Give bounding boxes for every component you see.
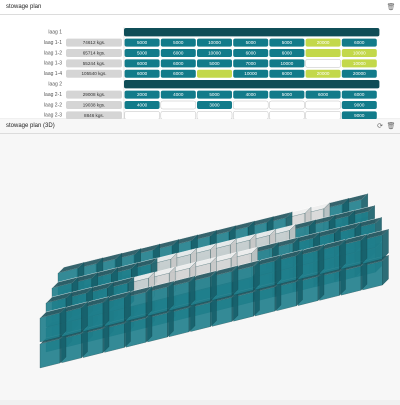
stowage-cell[interactable]: [160, 111, 197, 120]
row-weight: 29008 kgs.: [83, 92, 105, 97]
panel-header-3d: stowage plan (3D) ⟳ 🗑: [0, 119, 400, 134]
cell-value: 5000: [173, 40, 184, 45]
cell-value: 9000: [354, 113, 365, 118]
cell-value: 6000: [282, 50, 293, 55]
cell-value: 10000: [208, 50, 221, 55]
trash-icon[interactable]: 🗑: [387, 123, 396, 130]
cell-value: 6000: [173, 61, 184, 66]
row-label: laag 1-1: [44, 40, 62, 46]
cell-value: 3000: [209, 102, 220, 107]
row-label: laag 1-3: [44, 61, 62, 67]
cell-value: 10000: [281, 61, 294, 66]
cell-value: 6000: [318, 92, 329, 97]
cell-value: 10000: [353, 50, 366, 55]
row-label: laag 2-3: [44, 113, 62, 119]
row-weight: 19038 kgs.: [83, 102, 105, 107]
stowage-table: laag 1 laag 1-1 74612 kgs. 5000 5000 10000 500…: [44, 27, 380, 140]
row-weight: 105540 kgs.: [81, 71, 106, 76]
cell-value: 5000: [137, 40, 148, 45]
stowage-cell[interactable]: [232, 111, 269, 120]
cell-value: 5000: [137, 50, 148, 55]
panel-header: stowage plan 🗑: [0, 0, 400, 15]
stowage-plan-3d-panel: stowage plan (3D) ⟳ 🗑: [0, 119, 400, 400]
stowage-cell[interactable]: [196, 111, 233, 120]
cell-value: 2000: [137, 92, 148, 97]
cell-value: 10000: [244, 71, 257, 76]
cell-value: 7000: [246, 61, 257, 66]
cell-value: 6000: [354, 92, 365, 97]
panel-title-3d: stowage plan (3D): [6, 123, 55, 129]
cell-value: 20000: [317, 40, 330, 45]
cell-value: 5000: [246, 40, 257, 45]
stowage-cell[interactable]: [305, 59, 341, 68]
cell-value: 9000: [354, 102, 365, 107]
row-label: laag 2-2: [44, 102, 62, 108]
cell-value: 10000: [208, 40, 221, 45]
row-label: laag 2-1: [44, 92, 62, 98]
row-label: laag 1-4: [44, 71, 62, 77]
row-label: laag 1-2: [44, 50, 62, 56]
cell-value: 4000: [137, 102, 148, 107]
cell-value: 5000: [282, 40, 293, 45]
cell-value: 5000: [209, 92, 220, 97]
row-label: laag 2: [48, 82, 62, 88]
stowage-cell[interactable]: [305, 111, 341, 120]
cell-value: 6000: [282, 71, 293, 76]
stowage-cell[interactable]: [232, 100, 269, 110]
cell-value: 20000: [353, 71, 366, 76]
cell-value: 4000: [173, 92, 184, 97]
cell-value: 6000: [173, 50, 184, 55]
stowage-cell[interactable]: [197, 69, 232, 78]
cell-value: 6000: [173, 71, 184, 76]
cell-value: 4000: [246, 92, 257, 97]
layer-header-bar: [124, 80, 380, 89]
stowage-cell[interactable]: [269, 100, 305, 110]
panel-title: stowage plan: [6, 4, 42, 10]
cell-value: 6000: [137, 71, 148, 76]
row-weight: 65714 kgs.: [83, 50, 105, 55]
stowage-3d-view[interactable]: [0, 134, 400, 400]
row-weight: 74612 kgs.: [83, 40, 105, 45]
layer-header-bar: [124, 28, 380, 37]
stowage-cell[interactable]: [160, 100, 197, 110]
stowage-cell[interactable]: [269, 111, 305, 120]
trash-icon[interactable]: 🗑: [387, 4, 396, 11]
cell-value: 10000: [353, 61, 366, 66]
cell-value: 5000: [282, 92, 293, 97]
row-weight: 55244 kgs.: [83, 61, 105, 66]
cell-value: 5000: [209, 61, 220, 66]
cell-value: 6000: [354, 40, 365, 45]
cell-value: 20000: [317, 71, 330, 76]
row-label: laag 1: [48, 30, 62, 36]
cell-value: 6000: [246, 50, 257, 55]
stowage-cell[interactable]: [124, 111, 160, 120]
stowage-cell[interactable]: [305, 100, 341, 110]
refresh-icon[interactable]: ⟳: [377, 123, 383, 130]
cell-value: 6000: [137, 61, 148, 66]
row-weight: 8846 kgs.: [84, 113, 104, 118]
stowage-cell[interactable]: [305, 49, 341, 57]
stowage-plan-panel: stowage plan 🗑 laag 1 laag 1-1 74612 kgs. 5…: [0, 0, 400, 140]
